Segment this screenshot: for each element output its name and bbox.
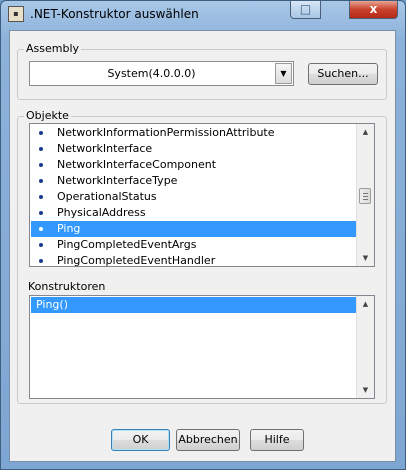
list-item-label: PingCompletedEventHandler [57,254,216,267]
assembly-group: Assembly System(4.0.0.0) ▼ Suchen... [17,42,387,100]
bullet-icon [39,259,43,263]
objects-group-label: Objekte [24,109,71,122]
list-item[interactable]: PingCompletedEventHandler [31,253,361,267]
bullet-icon [39,243,43,247]
objects-group: Objekte NetworkInformationPermissionAttr… [17,109,387,404]
dropdown-arrow-icon[interactable]: ▼ [275,63,292,84]
list-item[interactable]: PhysicalAddress [31,205,361,221]
search-button[interactable]: Suchen... [308,63,378,85]
bullet-icon [39,147,43,151]
app-icon: ▪ [8,6,24,22]
list-item[interactable]: NetworkInterface [31,141,361,157]
list-item[interactable]: Ping [31,221,361,237]
objects-list[interactable]: NetworkInformationPermissionAttribute Net… [29,123,375,267]
list-item[interactable]: Ping() [31,297,361,313]
dialog-window: ▪ .NET-Konstruktor auswählen □ x Assembl… [0,0,406,470]
close-button[interactable]: x [349,1,398,19]
bullet-icon [39,163,43,167]
list-item-label: NetworkInterfaceType [57,174,178,187]
assembly-group-label: Assembly [24,42,82,55]
bullet-icon [39,211,43,215]
list-item-label: NetworkInterface [57,142,153,155]
dialog-client-area: Assembly System(4.0.0.0) ▼ Suchen... Obj… [9,30,396,462]
assembly-selected-value: System(4.0.0.0) [107,67,196,80]
list-item-label: PhysicalAddress [57,206,146,219]
list-item-label: PingCompletedEventArgs [57,238,197,251]
title-bar[interactable]: ▪ .NET-Konstruktor auswählen □ x [1,1,405,27]
constructors-label: Konstruktoren [28,280,106,293]
list-item-label: Ping [57,222,81,235]
constructors-scrollbar[interactable]: ▲ ▼ [356,296,374,398]
constructors-list[interactable]: Ping() ▲ ▼ [29,295,375,399]
assembly-combobox[interactable]: System(4.0.0.0) ▼ [29,61,294,86]
scroll-thumb[interactable] [359,188,371,204]
list-item[interactable]: NetworkInformationPermissionAttribute [31,125,361,141]
scroll-down-arrow-icon[interactable]: ▼ [357,250,374,266]
list-item-label: Ping() [36,298,68,311]
list-item-label: OperationalStatus [57,190,157,203]
cancel-button[interactable]: Abbrechen [176,429,240,451]
help-button[interactable]: Hilfe [250,429,304,451]
bullet-icon [39,195,43,199]
list-item[interactable]: NetworkInterfaceComponent [31,157,361,173]
maximize-button[interactable]: □ [290,1,321,19]
list-item-label: NetworkInformationPermissionAttribute [57,126,275,139]
bullet-icon [39,131,43,135]
list-item[interactable]: OperationalStatus [31,189,361,205]
objects-scrollbar[interactable]: ▲ ▼ [356,124,374,266]
bullet-icon [39,179,43,183]
scroll-up-arrow-icon[interactable]: ▲ [357,296,374,312]
ok-button[interactable]: OK [111,429,170,451]
list-item[interactable]: PingCompletedEventArgs [31,237,361,253]
scroll-up-arrow-icon[interactable]: ▲ [357,124,374,140]
scroll-down-arrow-icon[interactable]: ▼ [357,382,374,398]
window-title: .NET-Konstruktor auswählen [30,7,199,21]
list-item-label: NetworkInterfaceComponent [57,158,217,171]
list-item[interactable]: NetworkInterfaceType [31,173,361,189]
bullet-icon [39,227,43,231]
